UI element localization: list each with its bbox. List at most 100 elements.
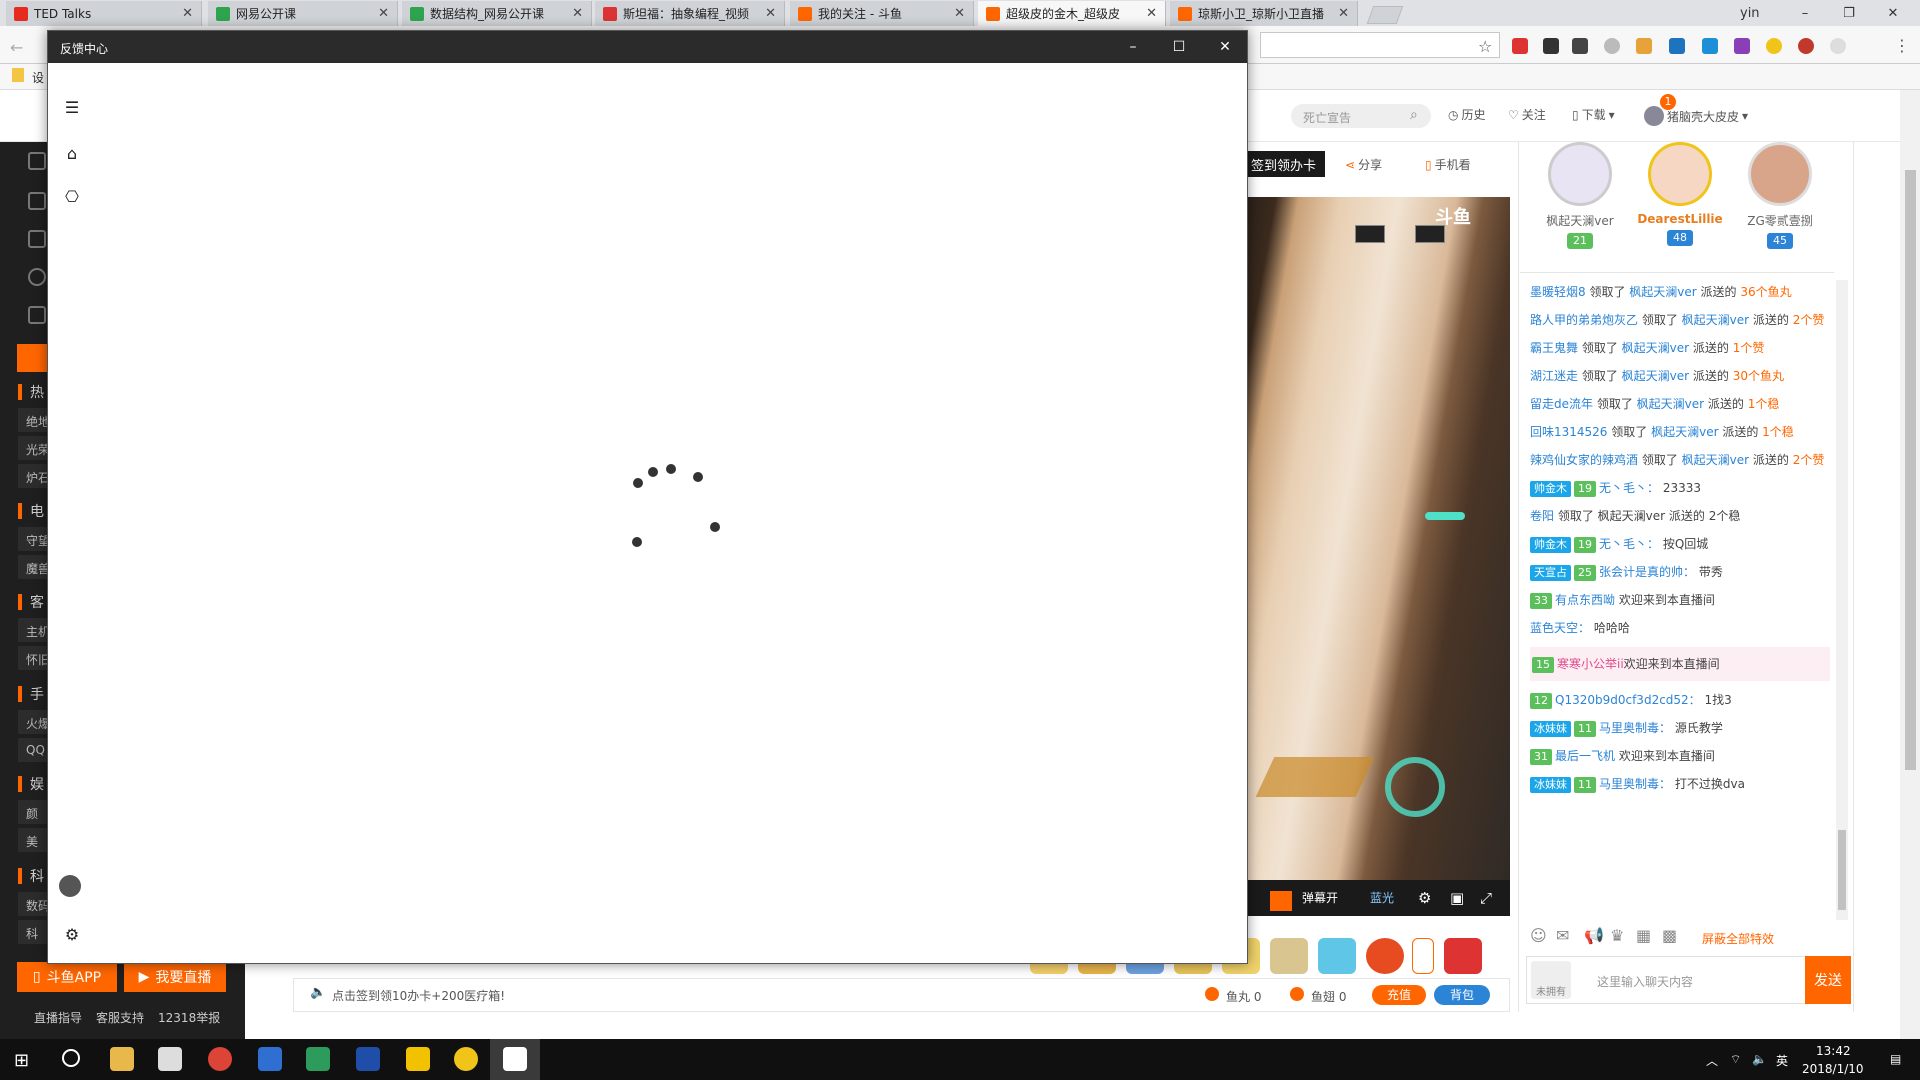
windows-start-icon[interactable]: ⊞ [14,1050,29,1071]
user-menu[interactable]: 猪脑壳大皮皮 ▾ [1644,106,1748,126]
chat-username[interactable]: 寒寒小公举ii [1557,657,1624,671]
chat-username[interactable]: 最后一飞机 [1555,749,1615,763]
browser-tab[interactable]: 我的关注 - 斗鱼 ✕ [790,1,974,26]
extension-icon[interactable] [1669,38,1685,54]
category-item[interactable]: 数码 [18,892,48,916]
tab-close-icon[interactable]: ✕ [765,6,776,21]
search-icon[interactable]: ⌕ [1410,107,1418,123]
feedback-icon[interactable]: ⎔ [62,186,82,206]
douyu-app-button[interactable]: ▯ 斗鱼APP [17,962,117,992]
webstorm-icon[interactable] [356,1047,380,1071]
section-title[interactable]: 科 [30,866,44,886]
section-title[interactable]: 手 [30,684,44,704]
back-arrow-icon[interactable]: ← [10,38,23,57]
share-button[interactable]: ⋖ 分享 [1345,156,1382,173]
extension-icon[interactable] [1572,38,1588,54]
category-item[interactable]: 颜 [18,800,48,824]
video-player[interactable]: 斗鱼 [1245,197,1510,880]
category-item[interactable]: 魔兽 [18,555,48,579]
horn-icon[interactable]: 📢 [1584,926,1604,945]
settings-icon[interactable]: ⚙ [62,924,82,944]
footer-link[interactable]: 客服支持 [96,1009,144,1026]
feedback-titlebar[interactable] [48,31,1247,63]
browser-tab[interactable]: 网易公开课 ✕ [208,1,398,26]
chat-input[interactable]: 未拥有 这里输入聊天内容 [1526,956,1806,1004]
go-live-button[interactable]: ▶ 我要直播 [124,962,226,992]
gift-icon[interactable] [1444,938,1482,974]
crown-icon[interactable]: ♛ [1610,926,1624,945]
section-title[interactable]: 娱 [30,774,44,794]
pycharm-icon[interactable] [306,1047,330,1071]
browser-menu-icon[interactable]: ⋮ [1894,36,1910,55]
chat-username[interactable]: 湖江迷走 [1530,369,1578,383]
tab-close-icon[interactable]: ✕ [182,6,193,21]
feedback-close-button[interactable]: ✕ [1202,31,1248,63]
file-explorer-icon[interactable] [110,1047,134,1071]
gift-icon[interactable] [1270,938,1308,974]
chat-username[interactable]: Q1320b9d0cf3d2cd52： [1555,693,1701,707]
history-link[interactable]: ◷ 历史 [1448,106,1486,123]
category-item[interactable]: 美 [18,828,48,852]
tab-close-icon[interactable]: ✕ [378,6,389,21]
top-fan[interactable]: 枫起天澜ver 21 [1530,142,1630,249]
category-item[interactable]: 炉石 [18,464,48,488]
wide-mode-icon[interactable]: ▣ [1450,889,1464,907]
send-button[interactable]: 发送 [1805,956,1851,1004]
follow-link[interactable]: ♡ 关注 [1508,106,1546,123]
checkin-button[interactable]: 签到领办卡 [1245,151,1325,177]
chat-username[interactable]: 留走de流年 [1530,397,1593,411]
section-title[interactable]: 电 [30,501,44,521]
address-bar[interactable] [1260,32,1500,58]
chat-username[interactable]: 霸王鬼舞 [1530,341,1578,355]
extension-icon[interactable] [1702,38,1718,54]
chat-username[interactable]: 无丶毛丶： [1599,481,1659,495]
clock-time[interactable]: 13:42 [1816,1044,1851,1058]
extension-icon[interactable] [1543,38,1559,54]
chat-scroll-thumb[interactable] [1838,830,1846,910]
browser-close-button[interactable]: ✕ [1870,0,1916,26]
browser-tab[interactable]: TED Talks ✕ [6,1,202,26]
backpack-button[interactable]: 背包 [1434,985,1490,1005]
player-icon[interactable] [406,1047,430,1071]
browser-maximize-button[interactable]: ❐ [1826,0,1872,26]
tab-close-icon[interactable]: ✕ [1338,6,1349,21]
heart-icon[interactable] [28,268,46,286]
top-fan[interactable]: DearestLillie 48 [1630,142,1730,246]
extension-icon[interactable] [1512,38,1528,54]
gift-more-icon[interactable] [1412,938,1434,974]
taskbar-app-icon[interactable] [158,1047,182,1071]
taskbar-app-icon[interactable] [454,1047,478,1071]
bookmark-star-icon[interactable]: ☆ [1478,37,1492,56]
settings-icon[interactable]: ⚙ [1418,889,1431,907]
tab-close-icon[interactable]: ✕ [572,6,583,21]
category-item[interactable]: 火爆 [18,710,48,734]
tab-close-icon[interactable]: ✕ [954,6,965,21]
extension-icon[interactable] [1766,38,1782,54]
chat-username[interactable]: 蓝色天空： [1530,621,1590,635]
chat-username[interactable]: 辣鸡仙女家的辣鸡酒 [1530,453,1638,467]
chat-username[interactable]: 墨暖轻烟8 [1530,285,1586,299]
chat-username[interactable]: 马里奥制毒： [1599,777,1671,791]
browser-tab[interactable]: 琼斯小卫_琼斯小卫直播 ✕ [1170,1,1358,26]
extension-icon[interactable] [1604,38,1620,54]
footer-link[interactable]: 12318举报 [158,1009,220,1026]
feedback-hub-icon[interactable] [503,1047,527,1071]
chat-username[interactable]: 张会计是真的帅： [1599,565,1695,579]
mobile-watch-button[interactable]: ▯ 手机看 [1425,156,1471,173]
category-item[interactable]: 绝地 [18,408,48,432]
volume-icon[interactable]: 🔈 [1752,1052,1767,1066]
extension-icon[interactable] [1830,38,1846,54]
video-icon[interactable] [28,152,46,170]
cortana-icon[interactable] [62,1049,80,1067]
checkin-notice[interactable]: 点击签到领10办卡+200医疗箱! [332,987,505,1004]
category-item[interactable]: 主机 [18,618,48,642]
extension-icon[interactable] [1636,38,1652,54]
gift-icon[interactable] [1318,938,1356,974]
page-scroll-thumb[interactable] [1905,170,1916,770]
taskbar-app-icon[interactable] [258,1047,282,1071]
bookmark-item[interactable]: 设 [32,69,44,86]
network-icon[interactable]: ⌔ [1730,1052,1741,1067]
browser-minimize-button[interactable]: – [1782,0,1828,26]
gift-box-icon[interactable]: ▩ [1662,926,1677,945]
chat-username[interactable]: 路人甲的弟弟炮灰乙 [1530,313,1638,327]
